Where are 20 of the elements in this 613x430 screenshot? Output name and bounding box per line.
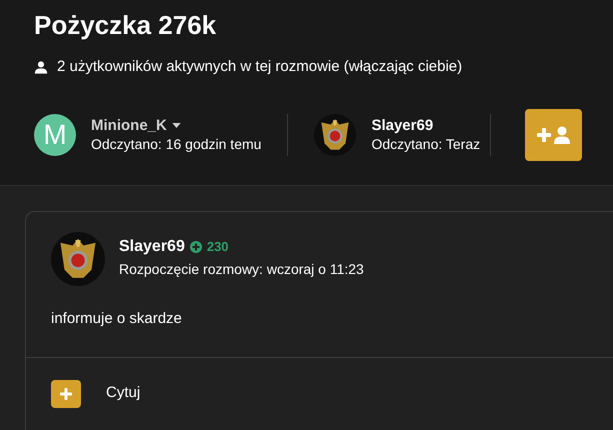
plus-circle-icon: [190, 241, 202, 253]
author-name[interactable]: Slayer69: [119, 236, 185, 258]
add-user-icon: [536, 126, 571, 144]
conversation-started-text: Rozpoczęcie rozmowy: wczoraj o 11:23: [119, 260, 364, 279]
avatar-icon: [51, 232, 105, 286]
plus-icon[interactable]: [51, 380, 81, 408]
avatar-icon: [314, 114, 356, 156]
conversation-title: Pożyczka 276k: [34, 9, 218, 42]
active-users-text: 2 użytkowników aktywnych w tej rozmowie (włączając ciebie): [57, 57, 462, 77]
read-status: Odczytano: Teraz: [371, 134, 480, 154]
user-icon: [34, 60, 48, 75]
participant-name[interactable]: Minione_K: [91, 116, 167, 134]
read-status: Odczytano: 16 godzin temu: [91, 134, 262, 154]
quote-link[interactable]: Cytuj: [106, 382, 140, 405]
add-participant-button[interactable]: [525, 108, 582, 160]
message-body: informuje o skardze: [50, 309, 183, 329]
caret-icon[interactable]: [172, 122, 181, 128]
reputation-score: 230: [206, 238, 229, 256]
avatar: M: [34, 114, 76, 156]
participant-name[interactable]: Slayer69: [371, 116, 434, 134]
